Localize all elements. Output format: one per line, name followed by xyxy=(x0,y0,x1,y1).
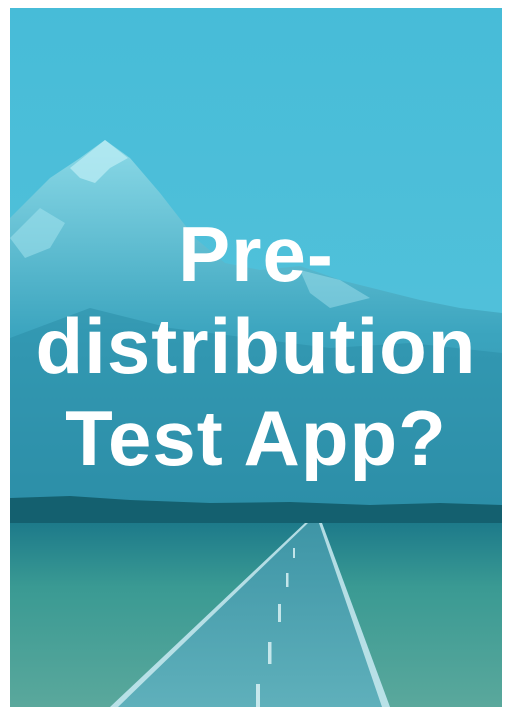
cover-title-line-1: Pre- xyxy=(178,210,334,298)
cover-title: Pre- distribution Test App? xyxy=(10,208,502,484)
cover-title-line-3: Test App? xyxy=(65,394,447,482)
cover-title-line-2: distribution xyxy=(35,302,477,390)
cover-card: Pre- distribution Test App? xyxy=(10,8,502,707)
